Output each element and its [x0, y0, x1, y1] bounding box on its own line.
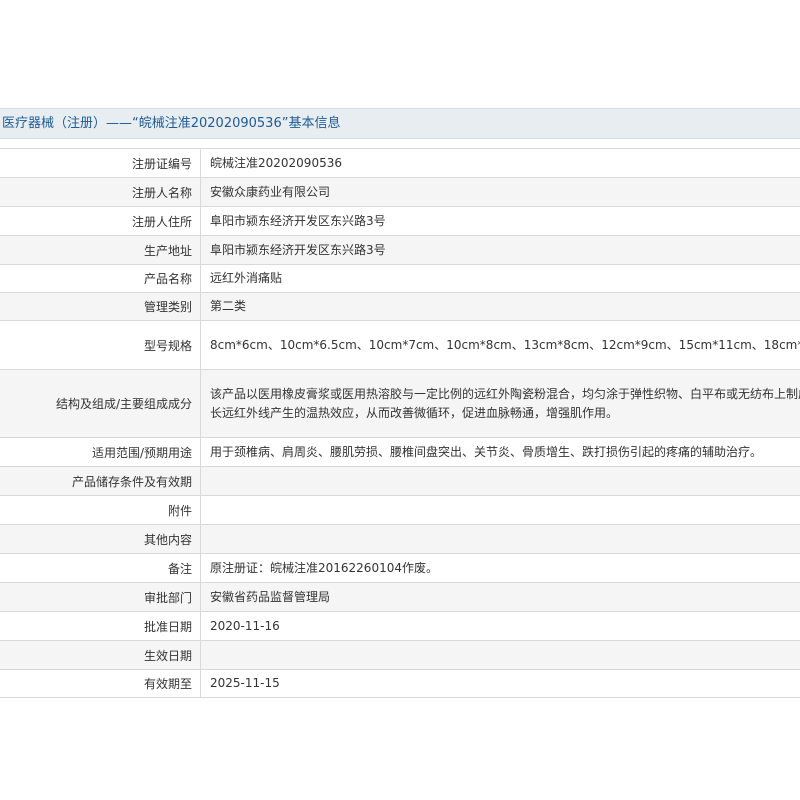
row-value: 远红外消痛贴	[200, 264, 800, 293]
row-value-text: 2025-11-15	[210, 676, 280, 690]
row-value	[200, 524, 800, 554]
table-row: 生产地址 阜阳市颍东经济开发区东兴路3号	[0, 235, 800, 265]
table-row: 附件	[0, 495, 800, 525]
row-value-text: 原注册证：皖械注准20162260104作废。	[210, 560, 438, 575]
row-value-text: 远红外消痛贴	[210, 271, 283, 285]
table-row: 结构及组成/主要组成成分 该产品以医用橡皮膏浆或医用热溶胶与一定比例的远红外陶瓷…	[0, 369, 800, 438]
row-label: 备注	[0, 553, 201, 583]
row-label: 管理类别	[0, 292, 201, 321]
row-value	[200, 495, 800, 525]
row-value	[200, 466, 800, 496]
table-row: 审批部门 安徽省药品监督管理局	[0, 582, 800, 612]
row-label: 附件	[0, 495, 201, 525]
table-row: 产品储存条件及有效期	[0, 466, 800, 496]
table-row: 备注 原注册证：皖械注准20162260104作废。	[0, 553, 800, 583]
row-label: 结构及组成/主要组成成分	[0, 369, 201, 438]
row-value-text: 皖械注准20202090536	[210, 155, 342, 170]
table-row: 注册证编号 皖械注准20202090536	[0, 148, 800, 178]
table-row: 生效日期	[0, 640, 800, 670]
row-value: 该产品以医用橡皮膏浆或医用热溶胶与一定比例的远红外陶瓷粉混合，均匀涂于弹性织物、…	[200, 369, 800, 438]
row-value: 第二类	[200, 292, 800, 321]
row-label: 注册人名称	[0, 177, 201, 207]
row-label: 产品名称	[0, 264, 201, 293]
row-value-text: 安徽省药品监督管理局	[210, 589, 331, 604]
row-value-text: 该产品以医用橡皮膏浆或医用热溶胶与一定比例的远红外陶瓷粉混合，均匀涂于弹性织物、…	[210, 386, 800, 420]
table-row: 型号规格 8cm*6cm、10cm*6.5cm、10cm*7cm、10cm*8c…	[0, 320, 800, 370]
row-value: 安徽众康药业有限公司	[200, 177, 800, 207]
row-label: 其他内容	[0, 524, 201, 554]
row-label: 批准日期	[0, 611, 201, 641]
row-label: 适用范围/预期用途	[0, 437, 201, 467]
info-table: 注册证编号 皖械注准20202090536 注册人名称 安徽众康药业有限公司 注…	[0, 148, 800, 698]
page: 医疗器械（注册）——“皖械注准20202090536”基本信息 注册证编号 皖械…	[0, 0, 800, 800]
row-value-text: 阜阳市颍东经济开发区东兴路3号	[210, 242, 386, 257]
table-row: 注册人名称 安徽众康药业有限公司	[0, 177, 800, 207]
row-value-text: 阜阳市颍东经济开发区东兴路3号	[210, 213, 386, 228]
row-value	[200, 640, 800, 670]
page-title: 医疗器械（注册）——“皖械注准20202090536”基本信息	[0, 108, 800, 139]
table-row: 有效期至 2025-11-15	[0, 669, 800, 698]
row-value-text: 用于颈椎病、肩周炎、腰肌劳损、腰椎间盘突出、关节炎、骨质增生、跌打损伤引起的疼痛…	[210, 444, 763, 459]
row-value-text: 安徽众康药业有限公司	[210, 184, 331, 199]
row-value: 阜阳市颍东经济开发区东兴路3号	[200, 206, 800, 236]
row-value: 2020-11-16	[200, 611, 800, 641]
row-value: 安徽省药品监督管理局	[200, 582, 800, 612]
row-label: 审批部门	[0, 582, 201, 612]
row-label: 型号规格	[0, 320, 201, 370]
row-label: 注册证编号	[0, 148, 201, 178]
row-value: 原注册证：皖械注准20162260104作废。	[200, 553, 800, 583]
table-row: 注册人住所 阜阳市颍东经济开发区东兴路3号	[0, 206, 800, 236]
row-value: 8cm*6cm、10cm*6.5cm、10cm*7cm、10cm*8cm、13c…	[200, 320, 800, 370]
row-value-text: 8cm*6cm、10cm*6.5cm、10cm*7cm、10cm*8cm、13c…	[210, 337, 800, 352]
row-value-text: 2020-11-16	[210, 618, 280, 633]
row-label: 产品储存条件及有效期	[0, 466, 201, 496]
table-row: 管理类别 第二类	[0, 292, 800, 321]
row-value: 皖械注准20202090536	[200, 148, 800, 178]
row-value: 阜阳市颍东经济开发区东兴路3号	[200, 235, 800, 265]
table-row: 产品名称 远红外消痛贴	[0, 264, 800, 293]
row-label: 注册人住所	[0, 206, 201, 236]
table-row: 批准日期 2020-11-16	[0, 611, 800, 641]
row-value: 2025-11-15	[200, 669, 800, 698]
table-row: 其他内容	[0, 524, 800, 554]
row-label: 生效日期	[0, 640, 201, 670]
row-value: 用于颈椎病、肩周炎、腰肌劳损、腰椎间盘突出、关节炎、骨质增生、跌打损伤引起的疼痛…	[200, 437, 800, 467]
table-row: 适用范围/预期用途 用于颈椎病、肩周炎、腰肌劳损、腰椎间盘突出、关节炎、骨质增生…	[0, 437, 800, 467]
row-label: 生产地址	[0, 235, 201, 265]
row-value-text: 第二类	[210, 299, 247, 313]
row-label: 有效期至	[0, 669, 201, 698]
